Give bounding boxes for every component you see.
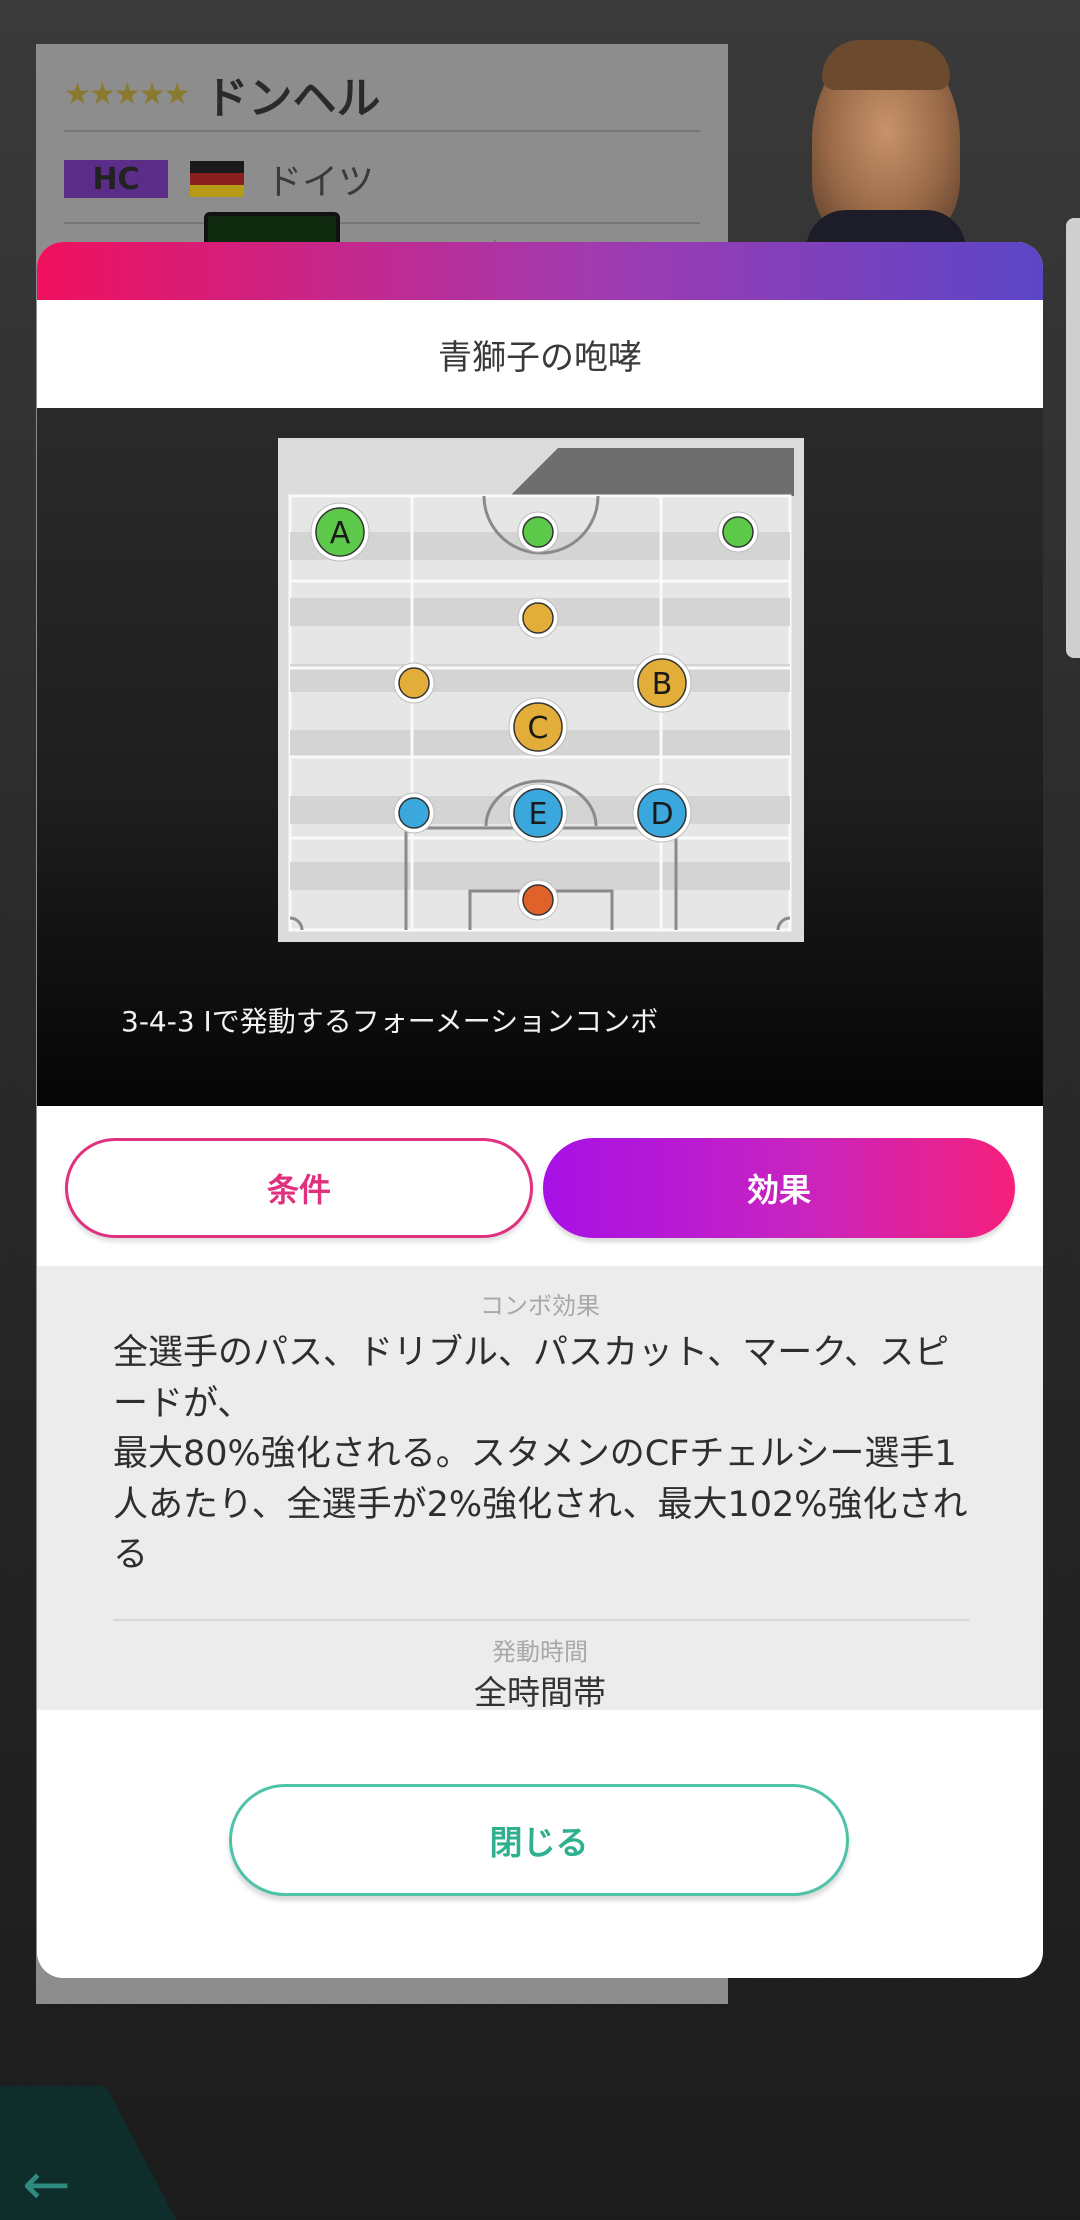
combo-effect-heading: コンボ効果 — [480, 1292, 600, 1320]
player-marker-label: C — [528, 711, 549, 746]
formation-pitch: A B C E D — [278, 438, 804, 942]
coach-name: ドンヘル — [204, 73, 381, 124]
formation-area: A B C E D 3-4-3 Iで発動するフォーメーションコンボ — [37, 408, 1043, 1106]
coach-info-row: HC ドイツ — [64, 136, 700, 224]
combo-effect-text: 全選手のパス、ドリブル、パスカット、マーク、スピードが、 最大80%強化される。… — [113, 1333, 968, 1575]
formation-description: 3-4-3 Iで発動するフォーメーションコンボ — [121, 1005, 659, 1038]
germany-flag-icon — [190, 161, 244, 197]
coach-avatar — [806, 40, 966, 270]
coach-name-row: ★★★★★ ドンヘル — [64, 58, 700, 132]
modal-header-bar — [37, 242, 1043, 300]
tab-effects[interactable]: 効果 — [543, 1138, 1015, 1238]
tab-conditions[interactable]: 条件 — [65, 1138, 533, 1238]
player-marker-label: A — [330, 516, 351, 551]
player-marker-forward-2 — [717, 511, 759, 553]
player-marker-midfielder-3 — [517, 597, 559, 639]
activation-time-heading: 発動時間 — [492, 1638, 588, 1666]
player-marker-defender-d: D — [632, 783, 692, 843]
rarity-stars: ★★★★★ — [64, 76, 190, 112]
player-marker-label: B — [652, 667, 673, 702]
effect-panel: コンボ効果 全選手のパス、ドリブル、パスカット、マーク、スピードが、 最大80%… — [37, 1266, 1043, 1712]
player-marker-goalkeeper-10 — [517, 879, 559, 921]
combo-detail-modal: 青獅子の咆哮 A B C E D 3-4-3 Iで発動するフォーメーションコンボ… — [37, 242, 1043, 1978]
player-marker-midfielder-b: B — [632, 653, 692, 713]
modal-title: 青獅子の咆哮 — [37, 300, 1043, 408]
player-marker-midfielder-c: C — [508, 697, 568, 757]
side-scroll-handle[interactable] — [1066, 218, 1080, 658]
position-badge: HC — [64, 160, 168, 198]
player-marker-label: D — [650, 797, 673, 832]
player-marker-forward-a: A — [310, 502, 370, 562]
arrow-left-icon[interactable]: ← — [22, 2150, 71, 2218]
player-marker-midfielder-4 — [393, 662, 435, 704]
activation-time-value: 全時間帯 — [474, 1673, 606, 1712]
divider — [113, 1619, 969, 1621]
tab-bar: 条件 効果 — [37, 1106, 1043, 1266]
player-marker-forward-1 — [517, 511, 559, 553]
player-marker-defender-e: E — [508, 783, 568, 843]
player-marker-label: E — [529, 797, 548, 832]
player-marker-defender-7 — [393, 792, 435, 834]
close-button[interactable]: 閉じる — [229, 1784, 849, 1896]
coach-country: ドイツ — [266, 162, 375, 203]
